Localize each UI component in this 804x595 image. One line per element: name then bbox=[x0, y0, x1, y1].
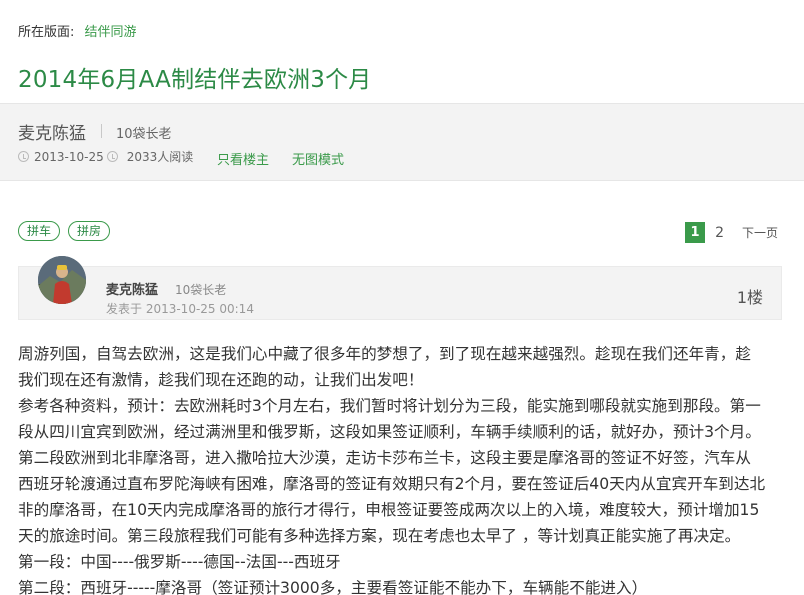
post-time: 发表于 2013-10-25 00:14 bbox=[106, 302, 254, 316]
author-rank: 10袋长老 bbox=[116, 127, 172, 142]
post-content: 周游列国，自驾去欧洲，这是我们心中藏了很多年的梦想了，到了现在越来越强烈。趁现在… bbox=[18, 341, 788, 595]
post-line: 第一段：中国----俄罗斯----德国--法国---西班牙 bbox=[18, 553, 341, 571]
clock-icon bbox=[18, 151, 29, 162]
pagination: 1 2 下一页 bbox=[685, 222, 778, 243]
no-images-link[interactable]: 无图模式 bbox=[292, 149, 344, 168]
thread-meta: 2013-10-25 2033人阅读 bbox=[18, 148, 193, 165]
page-current[interactable]: 1 bbox=[685, 222, 706, 243]
thread-title: 2014年6月AA制结伴去欧洲3个月 bbox=[18, 67, 372, 93]
avatar[interactable] bbox=[38, 256, 86, 304]
post-line: 第二段：西班牙-----摩洛哥（签证预计3000多，主要看签证能不能办下，车辆能… bbox=[18, 579, 648, 595]
post-author[interactable]: 麦克陈猛 bbox=[106, 279, 158, 298]
post-line: 非的摩洛哥，在10天内完成摩洛哥的旅行才得行，申根签证要签成两次以上的入境，难度… bbox=[18, 501, 760, 519]
eye-icon bbox=[106, 151, 118, 162]
section-breadcrumb: 所在版面: 结伴同游 bbox=[18, 21, 137, 40]
tag-carpool[interactable]: 拼车 bbox=[18, 221, 61, 241]
post-author-rank: 10袋长老 bbox=[175, 283, 227, 297]
thread-info-box: 麦克陈猛 10袋长老 2013-10-25 2033人阅读 只看楼主 无图模式 bbox=[0, 103, 804, 181]
view-count: 2033人阅读 bbox=[126, 150, 194, 164]
divider bbox=[101, 124, 102, 138]
post-line: 参考各种资料，预计：去欧洲耗时3个月左右，我们暂时将计划分为三段，能实施到哪段就… bbox=[18, 397, 761, 415]
only-op-link[interactable]: 只看楼主 bbox=[217, 149, 269, 168]
tag-list: 拼车 拼房 bbox=[18, 221, 111, 241]
post-line: 天的旅途时间。第三段旅程我们可能有多种选择方案，现在考虑也太早了 ，等计划真正能… bbox=[18, 527, 741, 545]
post-date: 2013-10-25 bbox=[34, 149, 104, 164]
tag-roomshare[interactable]: 拼房 bbox=[68, 221, 111, 241]
post-header: 麦克陈猛 10袋长老 发表于 2013-10-25 00:14 1楼 bbox=[18, 266, 782, 320]
post-line: 我们现在还有激情，趁我们现在还跑的动，让我们出发吧！ bbox=[18, 371, 424, 389]
post-line: 周游列国，自驾去欧洲，这是我们心中藏了很多年的梦想了，到了现在越来越强烈。趁现在… bbox=[18, 345, 751, 363]
post-line: 段从四川宜宾到欧洲，经过满洲里和俄罗斯，这段如果签证顺利，车辆手续顺利的话，就好… bbox=[18, 423, 761, 441]
floor-number: 1楼 bbox=[736, 288, 763, 307]
post-line: 第二段欧洲到北非摩洛哥，进入撒哈拉大沙漠，走访卡莎布兰卡，这段主要是摩洛哥的签证… bbox=[18, 449, 751, 467]
page-2-link[interactable]: 2 bbox=[715, 225, 724, 241]
section-label: 所在版面: bbox=[18, 25, 75, 40]
thread-author[interactable]: 麦克陈猛 bbox=[18, 119, 86, 144]
section-link[interactable]: 结伴同游 bbox=[85, 25, 137, 40]
post-line: 西班牙轮渡通过直布罗陀海峡有困难，摩洛哥的签证有效期只有2个月，要在签证后40天… bbox=[18, 475, 766, 493]
next-page-link[interactable]: 下一页 bbox=[742, 224, 778, 241]
